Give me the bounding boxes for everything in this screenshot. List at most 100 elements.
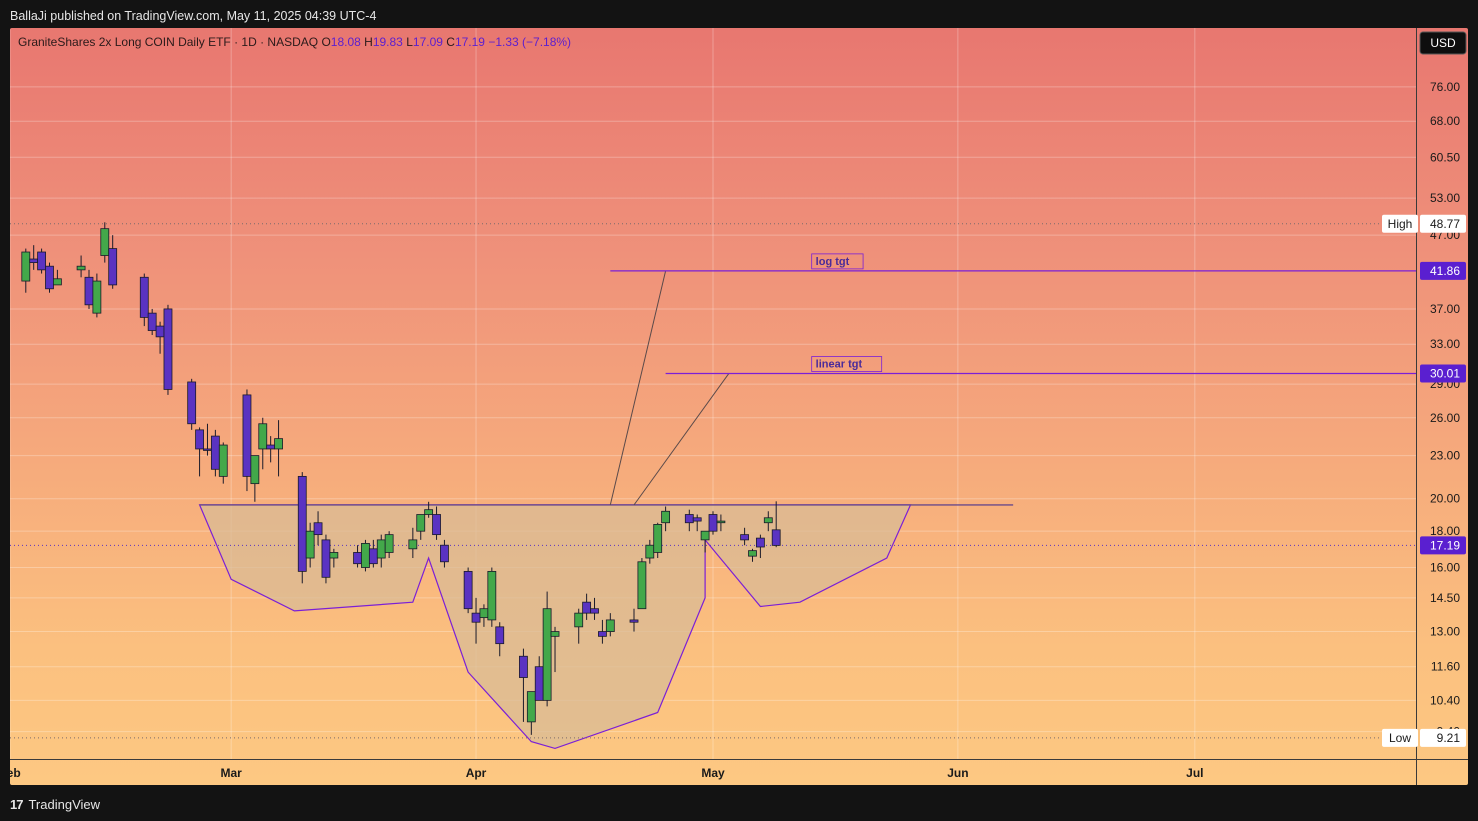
tradingview-logo-icon[interactable]: 17 — [10, 797, 24, 812]
price-marker-value: 30.01 — [1430, 367, 1460, 381]
legend-close: 17.19 — [455, 35, 488, 49]
y-tick-label: 10.40 — [1430, 693, 1460, 707]
candle-up — [21, 251, 31, 282]
candle-up — [637, 561, 647, 610]
candle-up — [305, 530, 315, 559]
candle-down — [139, 276, 149, 318]
candle-down — [37, 251, 46, 271]
candle-up — [748, 550, 757, 557]
x-tick-label: Apr — [466, 766, 487, 780]
candle-up — [218, 444, 228, 477]
y-tick-label: 23.00 — [1430, 449, 1460, 463]
candle-down — [155, 325, 165, 338]
x-tick-label: Jun — [947, 766, 968, 780]
price-chart[interactable]: log tgtlinear tgt76.0068.0060.5053.0047.… — [10, 28, 1468, 785]
y-tick-label: 14.50 — [1430, 591, 1460, 605]
candle-up — [100, 228, 110, 256]
candle-down — [590, 608, 599, 614]
x-tick-label: May — [701, 766, 725, 780]
candle-up — [361, 543, 370, 568]
legend-c-label: C — [446, 35, 455, 49]
y-tick-label: 16.00 — [1430, 561, 1460, 575]
candle-down — [582, 601, 592, 614]
candle-down — [495, 626, 505, 645]
price-marker-label: High — [1388, 217, 1413, 231]
candle-down — [740, 534, 749, 541]
y-tick-label: 37.00 — [1430, 302, 1460, 316]
candle-down — [242, 394, 252, 477]
x-tick-label: Jul — [1186, 766, 1203, 780]
candle-up — [52, 278, 62, 286]
candle-down — [297, 475, 307, 572]
y-tick-label: 20.00 — [1430, 492, 1460, 506]
candle-down — [755, 537, 765, 548]
candle-down — [471, 612, 481, 623]
candle-down — [147, 312, 157, 331]
candle-up — [716, 520, 726, 524]
candle-down — [440, 544, 449, 563]
chart-frame[interactable]: log tgt linear tgt 76.00 68.00 60.50 53.00 47.… — [10, 28, 1468, 785]
candle-down — [771, 529, 781, 546]
legend-h-label: H — [364, 35, 373, 49]
y-tick-label: 53.00 — [1430, 191, 1460, 205]
footer-brand[interactable]: TradingView — [28, 797, 100, 812]
candle-up — [250, 455, 260, 485]
candle-down — [519, 655, 528, 678]
target-projection-line — [609, 270, 667, 506]
candle-up — [258, 423, 268, 450]
candle-up — [763, 517, 773, 524]
candle-up — [274, 438, 283, 450]
target-projection-line — [633, 373, 730, 506]
y-tick-label: 26.00 — [1430, 411, 1460, 425]
legend-low: 17.09 — [413, 35, 446, 49]
candle-down — [353, 552, 362, 565]
candle-down — [29, 258, 39, 263]
price-marker-value: 9.21 — [1437, 731, 1461, 745]
candle-down — [210, 435, 220, 470]
candle-down — [463, 570, 473, 610]
candle-down — [368, 548, 378, 565]
candle-down — [598, 631, 607, 637]
level-label: log tgt — [816, 256, 850, 268]
candle-down — [203, 448, 212, 451]
candle-up — [384, 534, 394, 553]
footer: 17 TradingView — [10, 795, 100, 813]
candle-up — [424, 509, 434, 515]
price-marker-label: Low — [1389, 731, 1411, 745]
candle-down — [432, 514, 441, 536]
candle-up — [653, 524, 663, 553]
x-tick-label: Feb — [10, 766, 21, 780]
y-tick-label: 11.60 — [1431, 660, 1460, 674]
candle-up — [661, 510, 671, 524]
candle-down — [684, 514, 694, 524]
candle-up — [479, 608, 489, 619]
candle-down — [195, 429, 204, 450]
legend-high: 19.83 — [373, 35, 406, 49]
candle-up — [76, 265, 86, 271]
legend-open: 18.08 — [331, 35, 364, 49]
y-tick-label: 60.50 — [1430, 150, 1460, 164]
candle-up — [92, 280, 102, 314]
price-marker-value: 41.86 — [1430, 264, 1460, 278]
candle-up — [700, 530, 710, 541]
y-tick-label: 76.00 — [1430, 80, 1460, 94]
candle-down — [321, 539, 331, 578]
candle-up — [605, 619, 615, 632]
y-tick-label: 13.00 — [1430, 625, 1460, 639]
candle-up — [550, 631, 560, 637]
candle-down — [163, 308, 173, 390]
ohlc-legend: GraniteShares 2x Long COIN Daily ETF · 1… — [18, 35, 571, 49]
candle-down — [629, 619, 639, 623]
candle-down — [708, 514, 718, 532]
currency-label: USD — [1430, 36, 1456, 50]
candle-up — [526, 691, 536, 723]
candle-up — [416, 514, 426, 532]
y-tick-label: 33.00 — [1430, 337, 1460, 351]
candle-down — [534, 666, 544, 701]
candle-up — [376, 539, 386, 559]
legend-change: −1.33 (−7.18%) — [488, 35, 571, 49]
level-label: linear tgt — [816, 359, 863, 371]
y-tick-label: 18.00 — [1430, 524, 1460, 538]
candle-up — [574, 612, 584, 628]
candle-up — [645, 544, 655, 559]
